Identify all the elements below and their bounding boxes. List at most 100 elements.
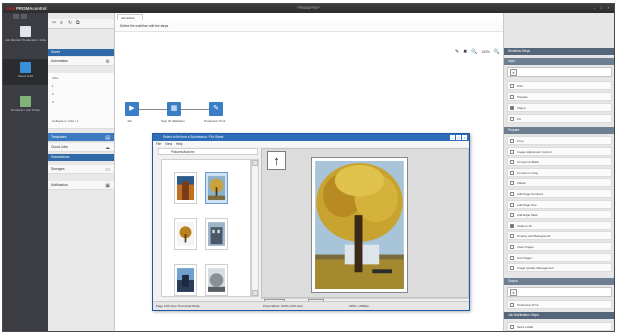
settings-icon[interactable]: ⚙	[106, 59, 110, 65]
nav-tab-2[interactable]	[21, 14, 27, 19]
row-automation[interactable]: Automation ⚙	[48, 57, 114, 66]
thumbnail[interactable]	[174, 264, 197, 296]
zoom-out-icon[interactable]: 🔍	[471, 49, 477, 55]
search-icon[interactable]: ⌕	[510, 69, 517, 76]
item-checkbox[interactable]	[510, 213, 514, 218]
thumbnail-scrollbar[interactable]	[251, 159, 259, 297]
thumbnail-list[interactable]	[161, 159, 251, 297]
scroll-down-icon[interactable]	[252, 290, 258, 296]
item-checkbox[interactable]	[510, 95, 514, 99]
output-item[interactable]: Production Print	[507, 300, 612, 309]
nav-item-label: Job Monitor Production / Jobs	[5, 38, 46, 42]
row-storage[interactable]: Storages ▭	[48, 165, 114, 174]
play-icon: ▶	[129, 105, 135, 112]
item-label: Add Page Numbers	[517, 192, 544, 196]
thumbnail-selected[interactable]	[205, 172, 228, 204]
cut-icon[interactable]: ✂	[52, 21, 57, 26]
item-checkbox[interactable]	[510, 139, 514, 143]
item-checkbox[interactable]	[510, 325, 514, 329]
workflow-step-validation[interactable]: ▦	[167, 102, 181, 116]
item-checkbox[interactable]	[510, 170, 514, 175]
output-search-field[interactable]: ⌕	[507, 287, 612, 297]
maximize-icon[interactable]: □	[599, 5, 604, 10]
dialog-window-controls: – □ ×	[450, 135, 467, 140]
prepare-item[interactable]: Add Edge Mark	[507, 210, 612, 220]
item-checkbox[interactable]	[510, 303, 514, 307]
item-checkbox[interactable]	[510, 181, 514, 186]
row-notification[interactable]: Notification ▣	[48, 181, 114, 190]
close-icon[interactable]: ×	[606, 5, 611, 10]
job-monitor-icon	[20, 26, 31, 37]
zoom-level[interactable]: 100%	[482, 49, 490, 55]
row-cloud-jobs[interactable]: Cloud Jobs ☁	[48, 143, 114, 152]
item-checkbox[interactable]	[510, 223, 514, 228]
menu-file[interactable]: File	[156, 141, 161, 147]
item-checkbox[interactable]	[510, 160, 514, 165]
search-icon[interactable]: ⌕	[510, 289, 517, 296]
prepare-item[interactable]: Crop	[507, 136, 612, 145]
item-checkbox[interactable]	[510, 84, 514, 88]
delete-icon[interactable]: ✖	[463, 49, 467, 55]
prepare-item[interactable]: Flatten	[507, 178, 612, 188]
document-icon: ▤	[105, 134, 110, 141]
item-checkbox[interactable]	[510, 149, 514, 154]
thumbnail[interactable]	[174, 218, 197, 250]
right-panel: Workflow Steps Input ⌕ Print Prepare Sta…	[503, 13, 614, 331]
prepare-item[interactable]: Add Page Text	[507, 199, 612, 209]
up-arrow-button[interactable]: ↑	[267, 151, 286, 170]
notification-icon: ▣	[105, 182, 110, 189]
prepare-item[interactable]: Image Quality Management	[507, 263, 612, 273]
workflow-step-job[interactable]: ▶	[125, 102, 139, 116]
prepare-item[interactable]: Insert Pages	[507, 242, 612, 251]
refresh-icon[interactable]: ↻	[68, 21, 73, 26]
item-checkbox[interactable]	[510, 255, 514, 260]
item-label: Image Quality Management	[517, 266, 554, 271]
input-item[interactable]: Print	[507, 81, 612, 90]
input-search-field[interactable]: ⌕	[507, 67, 612, 77]
minimize-icon[interactable]: –	[450, 135, 455, 140]
nav-item-cloud-jobs[interactable]: Cloud Jobs	[3, 59, 48, 85]
nav-tab-1[interactable]	[13, 14, 19, 19]
maximize-icon[interactable]: □	[456, 135, 461, 140]
prepare-item[interactable]: Image Adjustment Control	[507, 146, 612, 156]
input-item[interactable]: Stamp	[507, 103, 612, 112]
item-checkbox[interactable]	[510, 117, 514, 121]
edit-icon[interactable]: ✎	[455, 49, 459, 55]
menu-view[interactable]: View	[165, 141, 172, 147]
thumbnail[interactable]	[174, 172, 197, 204]
input-item[interactable]: Prepare	[507, 92, 612, 101]
nav-tab-strip	[13, 13, 45, 20]
close-icon[interactable]: ×	[462, 135, 467, 140]
thumbnail[interactable]	[205, 218, 228, 250]
thumbnail[interactable]	[205, 264, 228, 296]
prepare-item[interactable]: Convert to Black	[507, 157, 612, 167]
copy-icon[interactable]: ⧉	[76, 21, 81, 26]
workflow-label: Job	[127, 119, 132, 123]
workflow-step-print[interactable]: ✎	[209, 102, 223, 116]
nav-item-job-monitor[interactable]: Job Monitor Production / Jobs	[3, 23, 48, 49]
zoom-in-icon[interactable]: 🔍	[494, 49, 500, 55]
item-checkbox[interactable]	[510, 192, 514, 196]
item-checkbox[interactable]	[510, 266, 514, 271]
window-controls: – □ ×	[592, 5, 611, 10]
detail-bottom[interactable]: Collapse to Jobs / 1	[52, 119, 78, 123]
nav-item-products[interactable]: Products / Job Ticket	[3, 93, 48, 119]
item-label: Flatten	[517, 181, 527, 186]
notification-item[interactable]: Send e-Mail	[507, 322, 612, 331]
item-checkbox[interactable]	[510, 106, 514, 110]
input-item[interactable]: Fix	[507, 114, 612, 123]
prepare-item[interactable]: Scale to Fit	[507, 220, 612, 230]
item-checkbox[interactable]	[510, 234, 514, 239]
scroll-up-icon[interactable]	[252, 160, 258, 166]
minimize-icon[interactable]: –	[592, 5, 597, 10]
prepare-item[interactable]: Sort Pages	[507, 252, 612, 262]
item-checkbox[interactable]	[510, 202, 514, 207]
list-icon[interactable]: ≡	[60, 21, 65, 26]
menu-help[interactable]: Help	[176, 141, 183, 147]
prepare-item[interactable]: Overlay with Background	[507, 231, 612, 241]
prepare-item[interactable]: Add Page Numbers	[507, 189, 612, 198]
breadcrumb[interactable]: Pictures/Autumn	[158, 148, 258, 155]
row-templates[interactable]: Templates ▤	[48, 133, 114, 142]
prepare-item[interactable]: Convert to Gray	[507, 167, 612, 177]
item-checkbox[interactable]	[510, 245, 514, 249]
